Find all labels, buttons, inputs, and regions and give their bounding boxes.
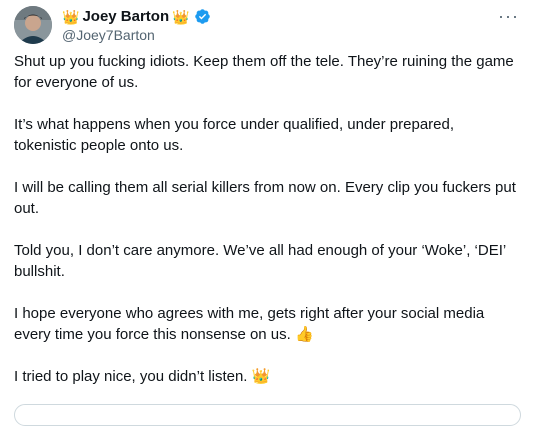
- avatar[interactable]: [14, 6, 52, 44]
- display-name[interactable]: Joey Barton: [82, 8, 169, 25]
- tweet-paragraph: Told you, I don’t care anymore. We’ve al…: [14, 242, 506, 280]
- tweet-paragraph: It’s what happens when you force under q…: [14, 116, 455, 154]
- tweet-text: Shut up you fucking idiots. Keep them of…: [14, 52, 519, 410]
- tweet-header: 👑 Joey Barton 👑 @Joey7Barton ···: [14, 4, 519, 44]
- tweet-paragraph: Shut up you fucking idiots. Keep them of…: [14, 53, 514, 91]
- author-name-row[interactable]: 👑 Joey Barton 👑: [62, 8, 211, 25]
- tweet-paragraph: I will be calling them all serial killer…: [14, 179, 516, 217]
- author-handle[interactable]: @Joey7Barton: [62, 27, 155, 43]
- tweet-paragraph: I tried to play nice, you didn’t listen.…: [14, 368, 271, 385]
- verified-badge-icon: [194, 8, 211, 25]
- more-horizontal-icon[interactable]: ···: [498, 6, 519, 27]
- crown-emoji: 👑: [172, 8, 190, 25]
- crown-emoji: 👑: [62, 8, 80, 25]
- tweet-paragraph: I hope everyone who agrees with me, gets…: [14, 305, 485, 343]
- quoted-content-card[interactable]: [14, 404, 521, 426]
